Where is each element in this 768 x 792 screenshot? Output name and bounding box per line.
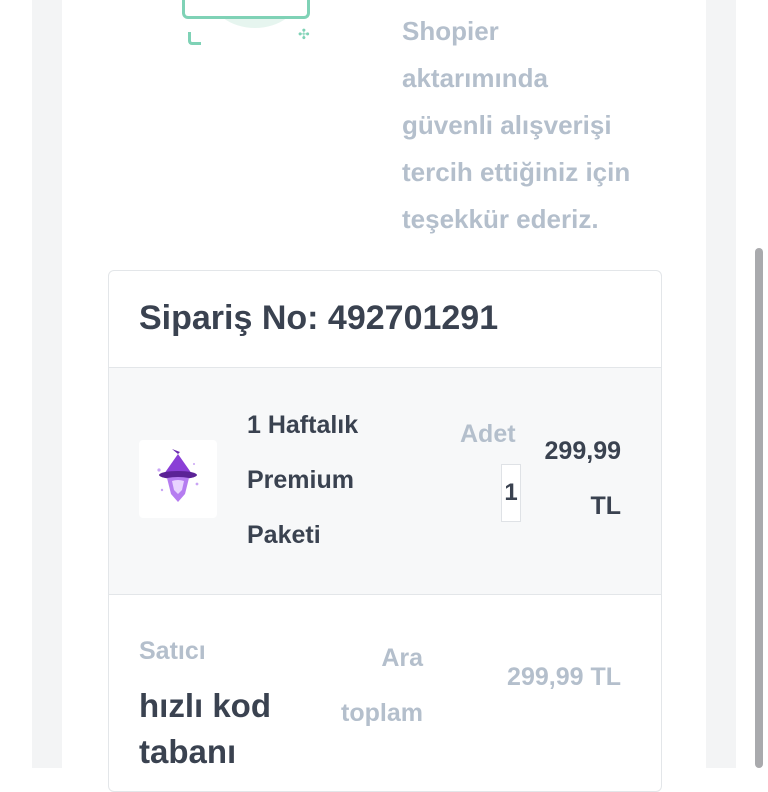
product-name-line: Premium bbox=[247, 466, 354, 494]
subtotal-label: Ara toplam bbox=[331, 631, 423, 741]
thanks-line: Shopier bbox=[402, 16, 499, 46]
vertical-scrollbar[interactable] bbox=[755, 248, 763, 768]
illustration-bracket bbox=[188, 32, 201, 45]
thanks-line: aktarımında bbox=[402, 63, 548, 93]
illustration-card bbox=[182, 0, 310, 19]
product-name-line: 1 Haftalık bbox=[247, 411, 359, 439]
seller-label: Satıcı bbox=[139, 637, 206, 665]
quantity-field[interactable]: 1 bbox=[501, 464, 521, 522]
seller-name: hızlı kod tabanı bbox=[139, 683, 329, 775]
product-name-line: Paketi bbox=[247, 521, 321, 549]
product-thumbnail bbox=[139, 440, 217, 518]
quantity-label: Adet bbox=[460, 420, 516, 448]
product-price: 299,99 TL bbox=[529, 424, 621, 534]
order-header: Sipariş No: 492701291 bbox=[109, 271, 661, 368]
thank-you-message: Shopier aktarımında güvenli alışverişi t… bbox=[402, 8, 702, 243]
thanks-line: güvenli alışverişi bbox=[402, 110, 612, 140]
subtotal-value: 299,99 TL bbox=[507, 663, 621, 691]
order-number-title: Sipariş No: 492701291 bbox=[139, 299, 499, 337]
seller-name-line: hızlı kod bbox=[139, 687, 271, 724]
price-amount: 299,99 bbox=[544, 437, 621, 465]
thanks-line: tercih ettiğiniz için bbox=[402, 157, 631, 187]
product-row: 1 Haftalık Premium Paketi Adet 1 299,99 … bbox=[109, 368, 661, 595]
subtotal-label-line: Ara bbox=[381, 644, 423, 672]
success-illustration: ✣ bbox=[180, 0, 320, 50]
sparkle-icon: ✣ bbox=[298, 26, 310, 42]
product-name: 1 Haftalık Premium Paketi bbox=[247, 398, 417, 563]
page-margin-right bbox=[706, 0, 736, 768]
wizard-hat-icon bbox=[157, 449, 199, 502]
page-margin-left bbox=[32, 0, 62, 768]
seller-name-line: tabanı bbox=[139, 733, 237, 770]
outer-background-left bbox=[0, 0, 32, 768]
price-currency: TL bbox=[590, 492, 621, 520]
order-summary-card: Sipariş No: 492701291 1 Haftalık Premium… bbox=[108, 270, 662, 792]
thanks-line: teşekkür ederiz. bbox=[402, 204, 599, 234]
subtotal-label-line: toplam bbox=[341, 699, 423, 727]
